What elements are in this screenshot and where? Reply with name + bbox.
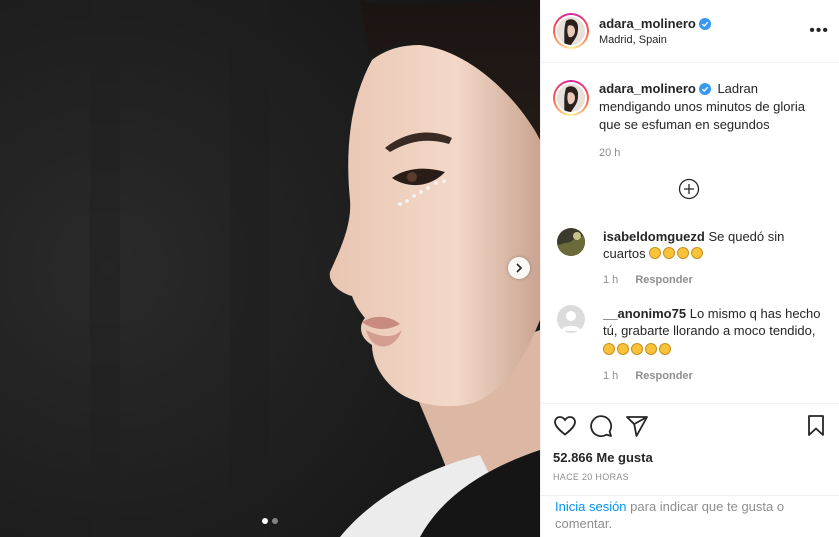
comment-time[interactable]: 1 h (603, 370, 618, 382)
carousel-dot-active (262, 518, 268, 524)
instagram-post: adara_molinero Madrid, Spain ••• adara_m… (0, 0, 839, 537)
commenter-username[interactable]: __anonimo75 (603, 305, 686, 322)
laughing-emoji-icon (691, 247, 704, 259)
laughing-emoji-icon (677, 247, 690, 259)
post-header: adara_molinero Madrid, Spain ••• (541, 0, 839, 63)
carousel-dot (272, 518, 278, 524)
post-side-panel: adara_molinero Madrid, Spain ••• adara_m… (540, 0, 839, 537)
reply-button[interactable]: Responder (635, 370, 692, 382)
post-photo[interactable] (0, 0, 540, 537)
comments-section: adara_molinero Ladran mendigando unos mi… (541, 63, 839, 402)
commenter-avatar[interactable] (557, 305, 585, 333)
caption-username-text[interactable]: adara_molinero (599, 80, 696, 98)
verified-icon (698, 17, 711, 30)
sad-emoji-icon (645, 343, 657, 355)
login-link[interactable]: Inicia sesión (555, 499, 627, 514)
laughing-emoji-icon (663, 247, 676, 259)
next-arrow-icon (516, 263, 523, 273)
sad-emoji-icon (631, 343, 643, 355)
next-slide-button[interactable] (508, 257, 530, 279)
comment-time[interactable]: 1 h (603, 274, 618, 286)
bookmark-icon[interactable] (804, 414, 828, 438)
post-actions: 52.866 Me gusta HACE 20 HORAS (541, 403, 839, 482)
author-username[interactable]: adara_molinero (599, 16, 711, 31)
portrait-image (0, 0, 540, 537)
post-location[interactable]: Madrid, Spain (599, 34, 711, 46)
caption-time[interactable]: 20 h (599, 147, 620, 159)
comment-icon[interactable] (589, 414, 613, 438)
reply-button[interactable]: Responder (635, 274, 692, 286)
caption-avatar[interactable] (553, 80, 589, 116)
post-caption: adara_molinero Ladran mendigando unos mi… (553, 80, 824, 162)
commenter-username[interactable]: isabeldomguezd (603, 228, 705, 245)
post-timestamp[interactable]: HACE 20 HORAS (553, 472, 828, 482)
more-options-icon[interactable]: ••• (809, 22, 829, 40)
carousel-indicator (262, 518, 278, 524)
comment-emojis (649, 246, 705, 261)
caption-username[interactable]: adara_molinero (599, 80, 711, 98)
comment-emojis (603, 341, 828, 358)
share-icon[interactable] (625, 414, 649, 438)
author-username-text[interactable]: adara_molinero (599, 16, 696, 31)
add-circle-icon[interactable] (678, 178, 700, 200)
comment-item: __anonimo75 Lo mismo q has hecho tú, gra… (557, 305, 828, 385)
commenter-avatar[interactable] (557, 228, 585, 256)
comment-item: isabeldomguezd Se quedó sin cuartos 1 h … (557, 228, 828, 289)
author-avatar[interactable] (553, 13, 589, 49)
verified-icon (698, 83, 711, 95)
sad-emoji-icon (603, 343, 615, 355)
likes-count[interactable]: 52.866 Me gusta (553, 450, 828, 465)
heart-icon[interactable] (553, 414, 577, 438)
sad-emoji-icon (659, 343, 671, 355)
login-prompt: Inicia sesión para indicar que te gusta … (541, 495, 839, 534)
sad-emoji-icon (617, 343, 629, 355)
laughing-emoji-icon (649, 247, 662, 259)
